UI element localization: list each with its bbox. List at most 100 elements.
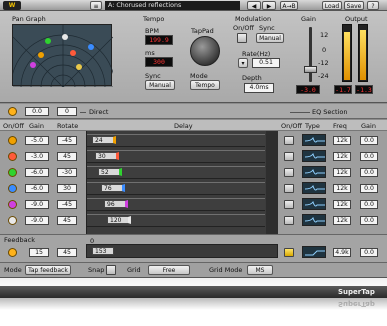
tappad-button[interactable] xyxy=(190,36,220,66)
feedback-rotate[interactable]: 45 xyxy=(57,248,77,257)
depth-value[interactable]: 4.0ms xyxy=(244,83,274,93)
save-button[interactable]: Save xyxy=(344,1,364,10)
tap-eq-freq[interactable]: 12k xyxy=(333,200,351,209)
direct-onoff[interactable] xyxy=(8,107,17,116)
tap-eq-type[interactable] xyxy=(302,166,326,178)
tap-delay-tag[interactable]: 96 xyxy=(104,200,128,208)
tap-eq-type[interactable] xyxy=(302,214,326,226)
tap-eq-freq[interactable]: 12k xyxy=(333,168,351,177)
tap-eq-type[interactable] xyxy=(302,150,326,162)
gain-slider-track[interactable] xyxy=(309,27,312,82)
mod-sync-button[interactable]: Manual xyxy=(256,33,284,43)
tap-delay-tag[interactable]: 52 xyxy=(98,168,122,176)
feedback-gain[interactable]: 15 xyxy=(29,248,49,257)
feedback-eq-freq[interactable]: 4.9k xyxy=(333,248,351,257)
tap-eq-freq[interactable]: 12k xyxy=(333,216,351,225)
tap-eq-type[interactable] xyxy=(302,182,326,194)
bpm-display[interactable]: 199.9 xyxy=(145,35,173,45)
feedback-onoff[interactable] xyxy=(8,248,17,257)
header-freq: Freq xyxy=(333,122,347,130)
ms-display[interactable]: 300 xyxy=(145,57,173,67)
tap-gain[interactable]: -9.0 xyxy=(25,216,49,225)
tap-gain[interactable]: -9.0 xyxy=(25,200,49,209)
tap-eq-onoff[interactable] xyxy=(284,200,294,209)
ab-toggle-button[interactable]: A→B xyxy=(280,1,298,10)
tap-rotate[interactable]: -45 xyxy=(57,136,77,145)
tap-rotate[interactable]: -30 xyxy=(57,168,77,177)
tap-onoff[interactable] xyxy=(8,152,17,161)
tap-rotate[interactable]: 45 xyxy=(57,152,77,161)
rate-menu-button[interactable]: ▾ xyxy=(238,58,248,68)
tap-delay-tag[interactable]: 120 xyxy=(107,216,131,224)
preset-menu-button[interactable]: ≡ xyxy=(90,1,102,10)
tap-rotate[interactable]: 30 xyxy=(57,184,77,193)
rate-value[interactable]: 0.51 xyxy=(252,58,280,68)
feedback-delay-lane xyxy=(86,244,278,258)
pan-graph[interactable] xyxy=(10,24,116,140)
tap-delay-tag[interactable]: 76 xyxy=(101,184,125,192)
gain-slider-handle[interactable] xyxy=(304,66,317,73)
bpm-label: BPM xyxy=(145,27,159,35)
feedback-eq-type[interactable] xyxy=(302,246,326,258)
tap-eq-gain[interactable]: 0.0 xyxy=(360,136,378,145)
grid-button[interactable]: Free xyxy=(148,265,190,275)
tap-onoff[interactable] xyxy=(8,136,17,145)
tap-eq-freq[interactable]: 12k xyxy=(333,152,351,161)
tappad-label: TapPad xyxy=(191,27,214,35)
tap-eq-gain[interactable]: 0.0 xyxy=(360,184,378,193)
tap-onoff[interactable] xyxy=(8,216,17,225)
direct-gain[interactable]: 0.0 xyxy=(25,107,49,116)
tap-eq-gain[interactable]: 0.0 xyxy=(360,216,378,225)
tap-onoff[interactable] xyxy=(8,184,17,193)
tap-eq-onoff[interactable] xyxy=(284,136,294,145)
tap-eq-onoff[interactable] xyxy=(284,152,294,161)
prev-preset-button[interactable]: ◀ xyxy=(247,1,261,10)
next-preset-button[interactable]: ▶ xyxy=(262,1,276,10)
mod-onoff-toggle[interactable] xyxy=(237,33,247,43)
tempo-mode-button[interactable]: Tempo xyxy=(190,80,220,90)
tap-eq-gain[interactable]: 0.0 xyxy=(360,200,378,209)
header-eq-gain: Gain xyxy=(361,122,376,130)
output-left-display: -1.7 xyxy=(334,85,352,94)
pan-dot-6 xyxy=(62,34,68,40)
fb-mode-button[interactable]: Tap feedback xyxy=(25,265,71,275)
brand-name-reflection: SuperTap xyxy=(338,300,375,308)
output-meter-left-fill xyxy=(344,32,350,80)
tap-eq-onoff[interactable] xyxy=(284,168,294,177)
tap-gain[interactable]: -5.0 xyxy=(25,136,49,145)
tap-onoff[interactable] xyxy=(8,168,17,177)
feedback-delay-tag[interactable]: 153 xyxy=(92,247,114,255)
tap-rotate[interactable]: 45 xyxy=(57,216,77,225)
brand-reflection xyxy=(0,298,387,310)
tap-eq-type[interactable] xyxy=(302,134,326,146)
tap-gain[interactable]: -3.0 xyxy=(25,152,49,161)
load-button[interactable]: Load xyxy=(322,1,342,10)
preset-name[interactable]: A: Chorused reflections xyxy=(105,1,240,10)
tap-eq-onoff[interactable] xyxy=(284,216,294,225)
tempo-sync-button[interactable]: Manual xyxy=(145,80,175,90)
tap-gain[interactable]: -6.0 xyxy=(25,184,49,193)
eq-curve-icon xyxy=(304,184,325,191)
grid-mode-label: Grid Mode xyxy=(209,266,243,274)
tap-eq-gain[interactable]: 0.0 xyxy=(360,168,378,177)
help-button[interactable]: ? xyxy=(367,1,379,10)
gain-scale-0: 0 xyxy=(322,46,327,54)
snap-toggle[interactable] xyxy=(106,265,116,275)
tap-eq-onoff[interactable] xyxy=(284,184,294,193)
tap-eq-gain[interactable]: 0.0 xyxy=(360,152,378,161)
tap-eq-type[interactable] xyxy=(302,198,326,210)
grid-mode-button[interactable]: MS xyxy=(247,265,273,275)
tap-gain[interactable]: -6.0 xyxy=(25,168,49,177)
direct-rotate[interactable]: 0 xyxy=(57,107,77,116)
feedback-eq-gain[interactable]: 0.0 xyxy=(360,248,378,257)
feedback-eq-onoff[interactable] xyxy=(284,248,294,257)
tap-rotate[interactable]: -45 xyxy=(57,200,77,209)
pan-graph-canvas xyxy=(10,25,116,140)
tap-eq-freq[interactable]: 12k xyxy=(333,184,351,193)
header-type: Type xyxy=(305,122,320,130)
tap-eq-freq[interactable]: 12k xyxy=(333,136,351,145)
tap-delay-tag[interactable]: 24 xyxy=(92,136,116,144)
tap-delay-tag[interactable]: 30 xyxy=(95,152,119,160)
tap-onoff[interactable] xyxy=(8,200,17,209)
grid-label: Grid xyxy=(127,266,141,274)
